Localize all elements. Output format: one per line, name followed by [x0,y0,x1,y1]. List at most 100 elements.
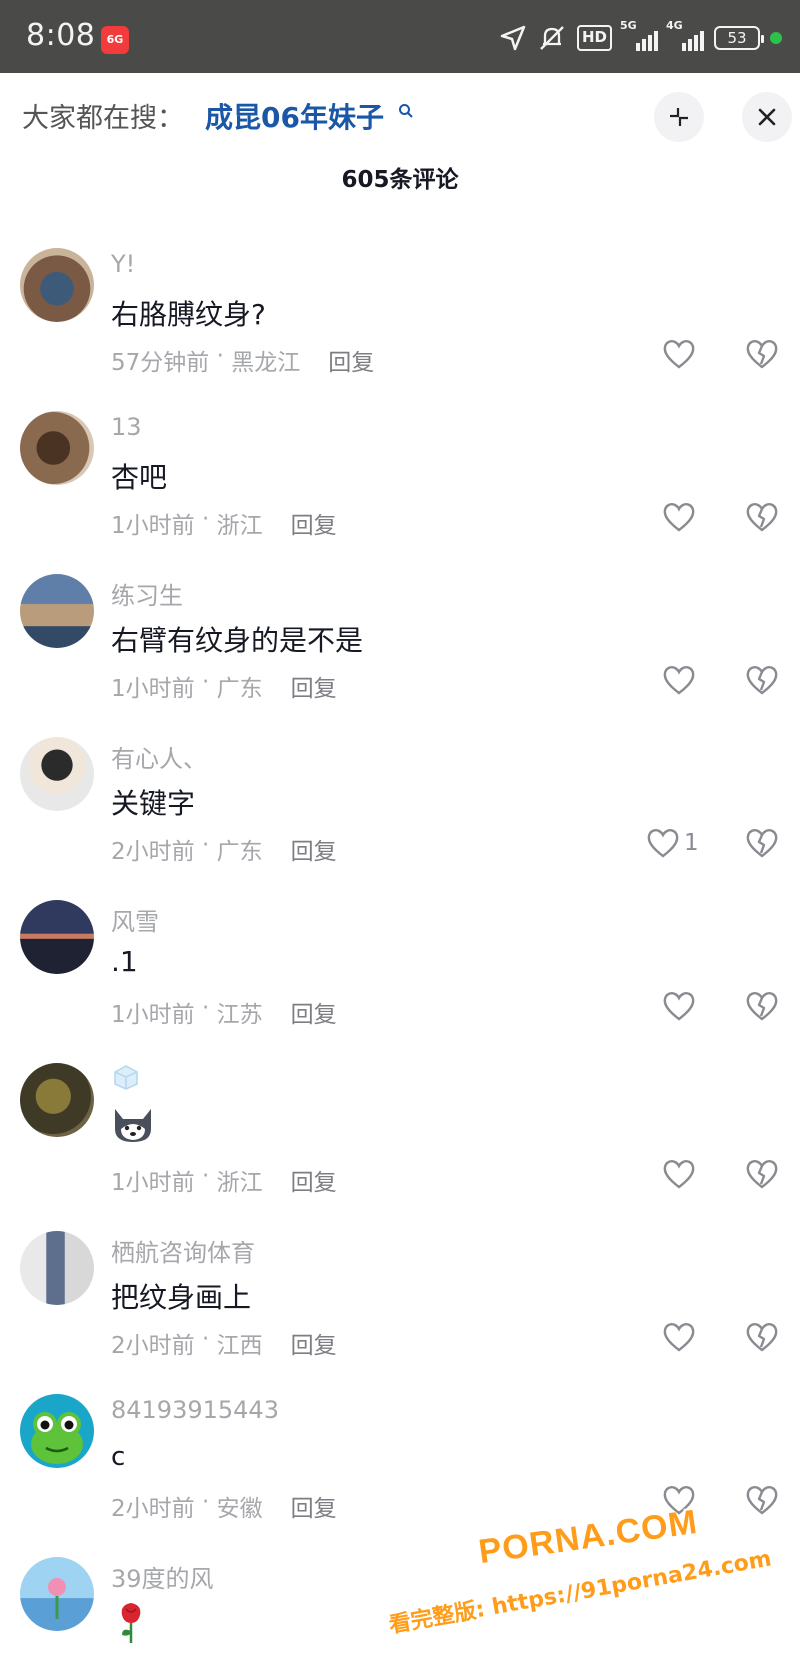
collapse-icon [670,108,688,126]
like-count: 1 [684,830,699,856]
comment-time: 1小时前 [111,513,195,539]
signal-4g-icon: 4G [666,19,704,51]
username[interactable]: Y! [111,250,135,278]
reply-button[interactable]: 回复 [291,506,337,540]
net-4g-label: 4G [666,19,683,32]
username[interactable]: 13 [111,413,142,441]
broken-heart-icon[interactable] [745,1158,779,1190]
comment-item: 风雪 .1 1小时前 · 江苏 回复 [0,882,800,1045]
username[interactable]: 84193915443 [111,1396,279,1424]
reply-button[interactable]: 回复 [291,832,337,866]
ice-cube-emoji-icon [114,1065,138,1090]
comment-text: 把纹身画上 [111,1281,252,1314]
avatar[interactable] [20,737,94,811]
comment-time: 2小时前 [111,839,195,865]
like-button[interactable] [662,990,700,1022]
comment-text: .1 [111,945,138,978]
broken-heart-icon[interactable] [745,1484,779,1516]
username[interactable]: 栖航咨询体育 [111,1233,255,1268]
comment-location: 江西 [216,1333,263,1359]
comment-item: 有心人、 关键字 2小时前 · 广东 回复 1 [0,719,800,882]
battery-icon: 53 [714,26,764,50]
comment-text: 右臂有纹身的是不是 [111,624,364,657]
comment-text: 关键字 [111,787,196,820]
signal-5g-icon: 5G [620,19,658,51]
status-time: 8:08 [26,18,96,53]
husky-emoji-icon [115,1109,151,1142]
comment-location: 浙江 [216,513,263,539]
username[interactable]: 39度的风 [111,1559,214,1594]
avatar[interactable] [20,574,94,648]
avatar[interactable] [20,1063,94,1137]
comment-time: 2小时前 [111,1496,195,1522]
frog-avatar-icon [31,1412,83,1464]
heart-icon [663,1160,695,1189]
heart-icon [663,992,695,1021]
comment-meta: 1小时前 · 浙江 回复 [111,506,337,540]
avatar[interactable] [20,1231,94,1305]
comment-text: 右胳膊纹身? [111,298,266,331]
comment-location: 广东 [216,676,263,702]
broken-heart-icon[interactable] [745,664,779,696]
reply-button[interactable]: 回复 [291,669,337,703]
avatar[interactable] [20,411,94,485]
broken-heart-icon[interactable] [745,338,779,370]
location-icon [500,25,526,51]
username[interactable]: 练习生 [111,576,183,611]
close-button[interactable] [742,92,792,142]
reply-button[interactable]: 回复 [291,995,337,1029]
app-notification-icon: 6G [101,26,129,54]
comment-time: 57分钟前 [111,350,210,376]
comment-meta: 2小时前 · 江西 回复 [111,1326,337,1360]
status-icons: HD 5G 4G 53 [499,19,782,54]
comment-time: 1小时前 [111,1170,195,1196]
comment-text: c [111,1442,126,1472]
like-button[interactable] [662,664,700,696]
heart-icon [663,1323,695,1352]
comment-meta: 57分钟前 · 黑龙江 回复 [111,343,375,377]
reply-button[interactable]: 回复 [328,343,374,377]
heart-icon [663,666,695,695]
reply-button[interactable]: 回复 [291,1326,337,1360]
hd-icon: HD [576,25,612,51]
comment-meta: 1小时前 · 浙江 回复 [111,1163,337,1197]
heart-icon [663,503,695,532]
comment-time: 2小时前 [111,1333,195,1359]
avatar[interactable] [20,1394,94,1468]
like-button[interactable] [662,338,700,370]
mute-bell-icon [540,26,564,50]
rose-emoji-icon [121,1603,141,1643]
close-icon [758,108,776,126]
like-button[interactable]: 1 [646,827,699,859]
like-button[interactable] [662,1321,700,1353]
comment-list: Y! 右胳膊纹身? 57分钟前 · 黑龙江 回复 13 杏吧 1小时前 · 浙江… [0,230,800,1659]
broken-heart-icon[interactable] [745,990,779,1022]
comment-time: 1小时前 [111,1002,195,1028]
username[interactable]: 有心人、 [111,739,207,774]
reply-button[interactable]: 回复 [291,1489,337,1523]
avatar[interactable] [20,248,94,322]
comment-location: 浙江 [216,1170,263,1196]
comment-item: 1小时前 · 浙江 回复 [0,1045,800,1213]
avatar[interactable] [20,900,94,974]
like-button[interactable] [662,501,700,533]
avatar[interactable] [20,1557,94,1631]
like-button[interactable] [662,1158,700,1190]
comment-location: 安徽 [216,1496,263,1522]
heart-icon [663,340,695,369]
reply-button[interactable]: 回复 [291,1163,337,1197]
comment-meta: 1小时前 · 广东 回复 [111,669,337,703]
broken-heart-icon[interactable] [745,501,779,533]
broken-heart-icon[interactable] [745,1321,779,1353]
search-icon[interactable] [398,103,414,119]
comment-item: Y! 右胳膊纹身? 57分钟前 · 黑龙江 回复 [0,230,800,393]
comment-item: 练习生 右臂有纹身的是不是 1小时前 · 广东 回复 [0,556,800,719]
username[interactable]: 风雪 [111,902,159,937]
comment-meta: 2小时前 · 安徽 回复 [111,1489,337,1523]
comment-text: 杏吧 [111,461,168,494]
status-bar: 8:08 6G HD 5G 4G 53 [0,0,800,73]
search-prefix-label: 大家都在搜： [22,103,184,134]
broken-heart-icon[interactable] [745,827,779,859]
search-suggestion-link[interactable]: 成昆06年妹子 [205,96,384,136]
collapse-button[interactable] [654,92,704,142]
